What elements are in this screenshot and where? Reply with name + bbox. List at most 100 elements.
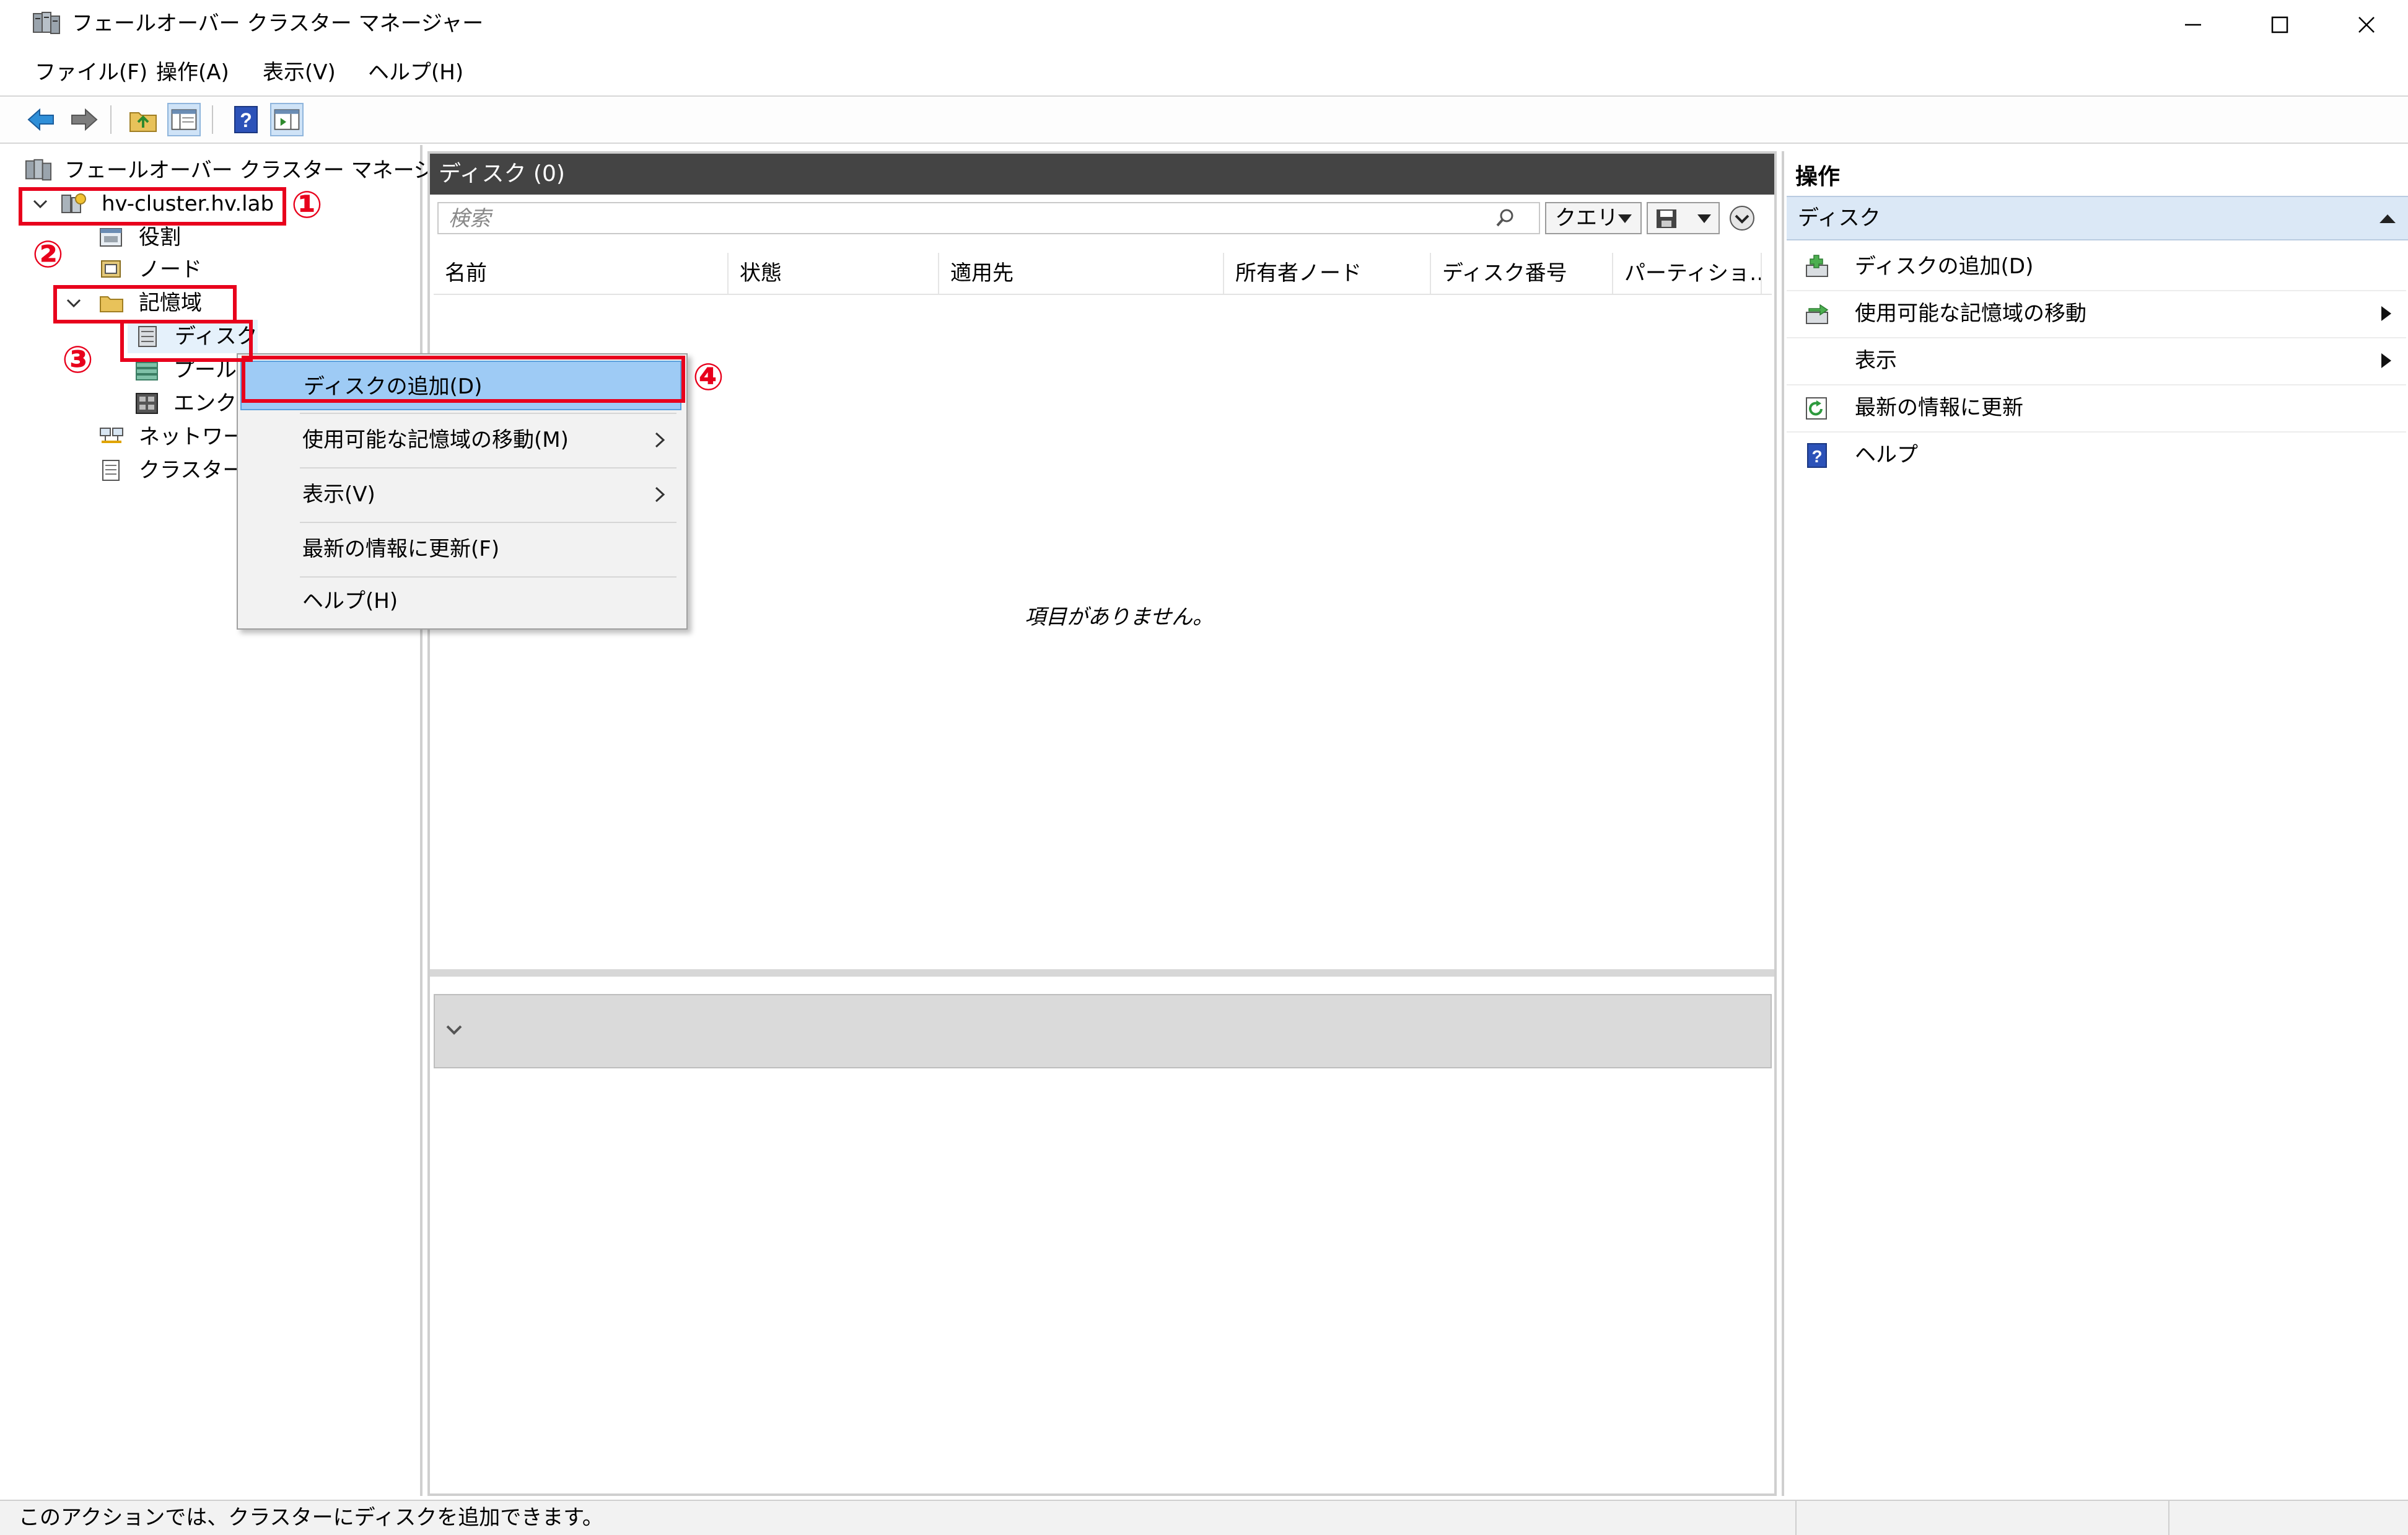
action-view[interactable]: 表示 xyxy=(1787,337,2406,385)
query-label: クエリ xyxy=(1555,206,1618,231)
save-query-button[interactable] xyxy=(1647,202,1720,234)
back-button[interactable] xyxy=(25,103,58,136)
column-header-name[interactable]: 名前 xyxy=(434,253,729,294)
add-disk-icon xyxy=(1803,254,1831,280)
annotation-box-add-disk xyxy=(242,356,685,403)
show-hide-action-pane-icon xyxy=(274,109,300,130)
context-menu-separator xyxy=(300,413,676,414)
action-label: 使用可能な記憶域の移動 xyxy=(1855,301,2086,326)
window-title: フェールオーバー クラスター マネージャー xyxy=(72,11,484,36)
tree-label: ノード xyxy=(139,257,202,282)
network-icon xyxy=(98,424,125,449)
event-log-icon xyxy=(98,458,125,483)
chevron-right-icon xyxy=(655,432,665,448)
annotation-box-storage xyxy=(53,285,237,323)
annotation-number: ④ xyxy=(693,356,724,399)
tree-item-roles[interactable]: 役割 xyxy=(22,221,406,254)
close-icon xyxy=(2358,17,2375,33)
save-icon xyxy=(1657,209,1676,228)
action-label: ディスクの追加(D) xyxy=(1855,254,2034,279)
status-divider xyxy=(2168,1501,2169,1535)
up-folder-button[interactable] xyxy=(126,103,160,136)
context-menu-label: 使用可能な記憶域の移動(M) xyxy=(302,428,569,452)
context-menu-label: ヘルプ(H) xyxy=(302,589,398,614)
tree-item-nodes[interactable]: ノード xyxy=(22,253,406,286)
dropdown-arrow-icon xyxy=(1618,214,1632,223)
help-icon: ? xyxy=(234,106,258,133)
up-folder-icon xyxy=(129,112,157,132)
roles-icon xyxy=(98,225,125,250)
column-header-owner-node[interactable]: 所有者ノード xyxy=(1224,253,1431,294)
action-label: ヘルプ xyxy=(1855,442,1918,467)
expand-options-button[interactable] xyxy=(1728,205,1756,232)
status-bar: このアクションでは、クラスターにディスクを追加できます。 xyxy=(0,1500,2408,1535)
actions-pane: 操作 ディスク ディスクの追加(D) 使用可能な記憶域の移動 表示 最新の情報に… xyxy=(1782,151,2408,1496)
action-add-disk[interactable]: ディスクの追加(D) xyxy=(1787,243,2406,291)
search-input[interactable]: 検索 xyxy=(437,202,1540,234)
context-menu-separator xyxy=(300,522,676,523)
column-header-disk-number[interactable]: ディスク番号 xyxy=(1431,253,1613,294)
tree-label: フェールオーバー クラスター マネージャー xyxy=(64,158,476,183)
action-help[interactable]: ? ヘルプ xyxy=(1787,431,2406,478)
action-label: 表示 xyxy=(1855,348,1897,373)
column-header-status[interactable]: 状態 xyxy=(729,253,939,294)
help-button[interactable]: ? xyxy=(229,103,263,136)
back-arrow-icon xyxy=(27,108,54,131)
move-storage-icon xyxy=(1803,301,1831,327)
forward-button[interactable] xyxy=(67,103,100,136)
maximize-icon xyxy=(2271,16,2288,33)
actions-pane-title: 操作 xyxy=(1795,164,1841,190)
detail-pane-collapsed[interactable] xyxy=(434,994,1772,1068)
context-menu-refresh[interactable]: 最新の情報に更新(F) xyxy=(240,524,681,574)
status-text: このアクションでは、クラスターにディスクを追加できます。 xyxy=(19,1505,603,1530)
annotation-box-disks xyxy=(120,320,253,362)
refresh-icon xyxy=(1803,395,1831,421)
maximize-button[interactable] xyxy=(2236,0,2323,50)
cluster-manager-icon xyxy=(32,11,61,36)
context-menu-view[interactable]: 表示(V) xyxy=(240,470,681,519)
actions-section-label: ディスク xyxy=(1798,206,1881,231)
show-hide-tree-button[interactable] xyxy=(167,103,201,136)
search-icon[interactable] xyxy=(1494,207,1517,229)
column-header-partition[interactable]: パーティショ… xyxy=(1613,253,1762,294)
close-button[interactable] xyxy=(2323,0,2408,50)
tree-item-root[interactable]: フェールオーバー クラスター マネージャー xyxy=(25,154,476,187)
menu-action[interactable]: 操作(A) xyxy=(156,53,229,92)
context-menu-help[interactable]: ヘルプ(H) xyxy=(240,576,681,626)
menu-view[interactable]: 表示(V) xyxy=(263,53,336,92)
menu-file[interactable]: ファイル(F) xyxy=(35,53,147,92)
context-menu-move-available-storage[interactable]: 使用可能な記憶域の移動(M) xyxy=(240,415,681,465)
dropdown-arrow-icon xyxy=(1697,214,1711,223)
menu-help[interactable]: ヘルプ(H) xyxy=(368,53,463,92)
toolbar: ? xyxy=(0,95,2408,144)
minimize-icon xyxy=(2185,24,2201,26)
action-label: 最新の情報に更新 xyxy=(1855,395,2023,420)
chevron-circle-down-icon xyxy=(1730,206,1754,231)
column-header-assigned-to[interactable]: 適用先 xyxy=(939,253,1224,294)
actions-section-header[interactable]: ディスク xyxy=(1787,196,2408,240)
chevron-down-icon xyxy=(446,1025,462,1035)
cluster-manager-icon xyxy=(25,158,52,183)
action-refresh[interactable]: 最新の情報に更新 xyxy=(1787,384,2406,433)
context-menu-separator xyxy=(300,467,676,468)
annotation-number: ③ xyxy=(62,338,94,382)
context-menu-label: 最新の情報に更新(F) xyxy=(302,537,500,561)
enclosure-icon xyxy=(134,391,161,416)
collapse-up-icon xyxy=(2380,214,2396,223)
submenu-arrow-icon xyxy=(2381,306,2391,321)
title-bar: フェールオーバー クラスター マネージャー xyxy=(0,0,2408,50)
show-hide-action-pane-button[interactable] xyxy=(270,103,304,136)
toolbar-separator xyxy=(212,105,213,134)
search-row: 検索 クエリ xyxy=(434,202,1772,237)
center-pane-header: ディスク (0) xyxy=(430,154,1774,195)
nodes-icon xyxy=(98,257,125,282)
show-hide-tree-icon xyxy=(171,109,197,130)
help-icon: ? xyxy=(1803,442,1831,468)
svg-text:?: ? xyxy=(1811,447,1822,466)
pane-splitter[interactable] xyxy=(430,969,1774,977)
query-button[interactable]: クエリ xyxy=(1545,202,1642,234)
action-move-available-storage[interactable]: 使用可能な記憶域の移動 xyxy=(1787,290,2406,338)
annotation-number: ① xyxy=(291,183,323,227)
minimize-button[interactable] xyxy=(2150,0,2236,50)
status-divider xyxy=(1795,1501,1797,1535)
